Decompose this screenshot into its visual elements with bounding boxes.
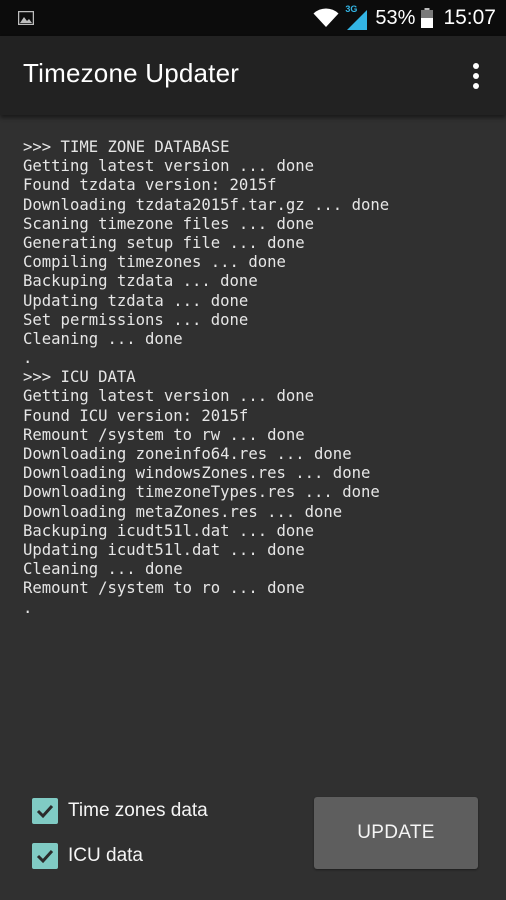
log-line: Getting latest version ... done bbox=[23, 387, 315, 406]
app-bar: Timezone Updater bbox=[0, 36, 506, 115]
app-title: Timezone Updater bbox=[23, 58, 240, 88]
image-notification-icon bbox=[18, 11, 34, 25]
log-line: Remount /system to rw ... done bbox=[23, 425, 305, 444]
option-icu-data[interactable]: ICU data bbox=[32, 841, 143, 871]
log-line: Set permissions ... done bbox=[23, 310, 249, 329]
log-line: . bbox=[23, 349, 33, 368]
log-line: Updating tzdata ... done bbox=[23, 291, 249, 310]
log-line: Downloading metaZones.res ... done bbox=[23, 502, 343, 521]
battery-icon bbox=[421, 8, 434, 28]
check-icon bbox=[36, 804, 54, 819]
log-line: Downloading zoneinfo64.res ... done bbox=[23, 445, 352, 463]
log-line: Cleaning ... done bbox=[23, 329, 183, 348]
cellular-signal-icon: 3G bbox=[345, 4, 368, 30]
log-line: Cleaning ... done bbox=[23, 560, 183, 579]
log-line: Backuping tzdata ... done bbox=[23, 272, 258, 291]
log-line: Found ICU version: 2015f bbox=[23, 406, 249, 425]
log-line: Found tzdata version: 2015f bbox=[23, 176, 277, 195]
log-line: Downloading timezoneTypes.res ... done bbox=[23, 483, 380, 502]
update-button[interactable]: UPDATE bbox=[314, 797, 478, 869]
log-line: >>> TIME ZONE DATABASE bbox=[23, 138, 230, 156]
wifi-icon bbox=[313, 8, 339, 27]
log-line: Downloading windowsZones.res ... done bbox=[23, 464, 371, 483]
log-line: Updating icudt51l.dat ... done bbox=[23, 540, 305, 559]
log-line: >>> ICU DATA bbox=[23, 368, 136, 387]
option-label: ICU data bbox=[68, 845, 143, 866]
checkbox-icu-data[interactable] bbox=[32, 843, 58, 869]
overflow-menu-icon[interactable] bbox=[472, 62, 480, 90]
log-line: Getting latest version ... done bbox=[23, 157, 315, 176]
log-line: Generating setup file ... done bbox=[23, 233, 305, 252]
option-label: Time zones data bbox=[68, 800, 208, 821]
option-time-zones-data[interactable]: Time zones data bbox=[32, 796, 208, 826]
update-log: >>> TIME ZONE DATABASE Getting latest ver… bbox=[23, 138, 493, 618]
log-line: . bbox=[23, 598, 33, 617]
log-line: Downloading tzdata2015f.tar.gz ... done bbox=[23, 195, 390, 214]
log-line: Compiling timezones ... done bbox=[23, 253, 286, 272]
log-line: Remount /system to ro ... done bbox=[23, 579, 305, 598]
status-bar: 3G 53% 15:07 bbox=[0, 0, 506, 36]
status-time: 15:07 bbox=[443, 6, 496, 29]
log-line: Scaning timezone files ... done bbox=[23, 214, 315, 233]
battery-percent: 53% bbox=[375, 6, 416, 29]
check-icon bbox=[36, 849, 54, 864]
log-line: Backuping icudt51l.dat ... done bbox=[23, 521, 315, 540]
checkbox-time-zones-data[interactable] bbox=[32, 798, 58, 824]
